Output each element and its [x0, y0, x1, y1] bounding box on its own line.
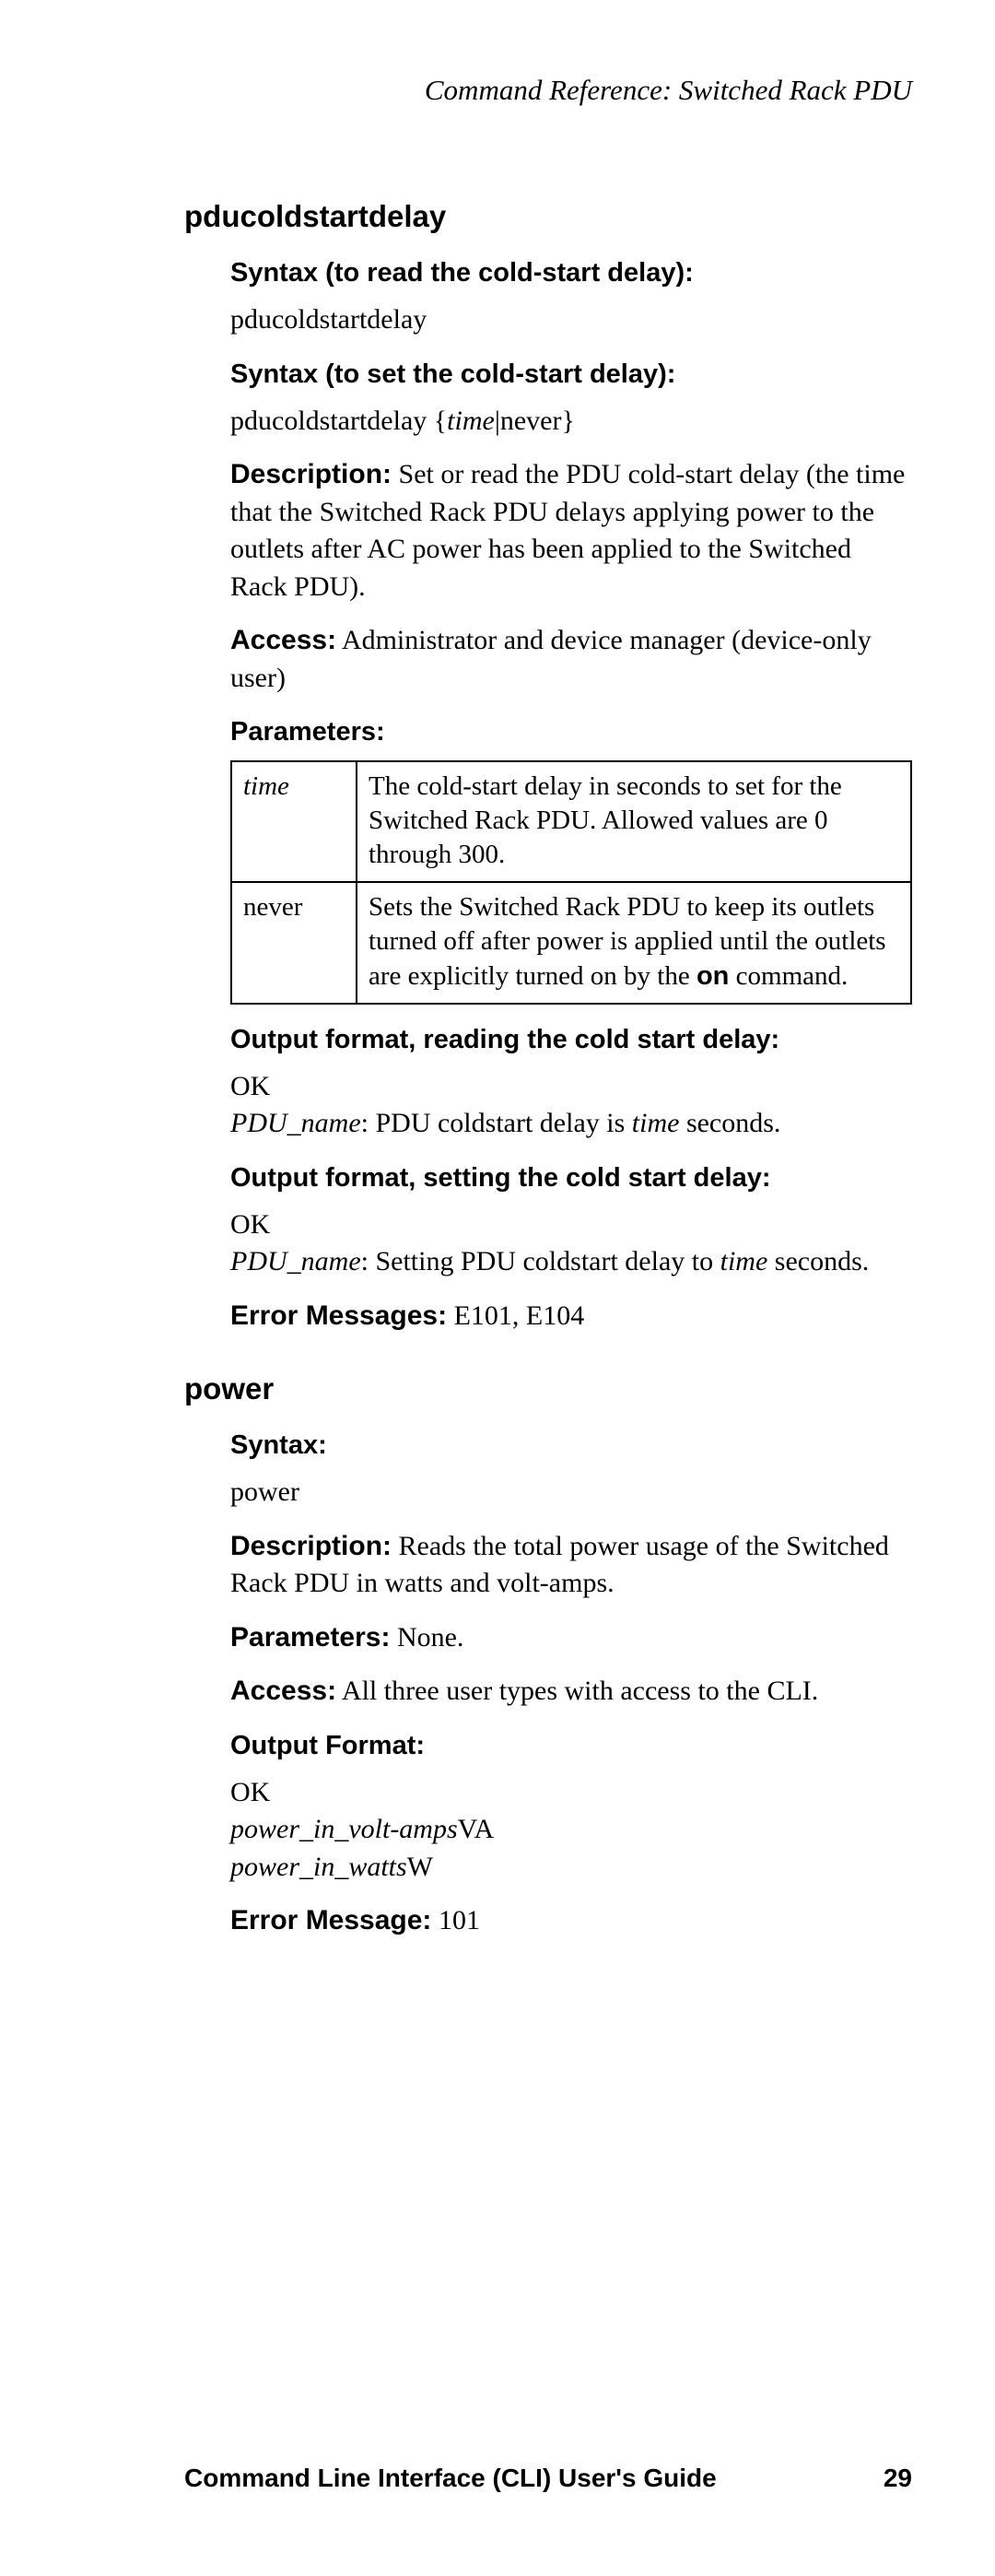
output-ok: OK [230, 1071, 270, 1101]
syntax-set-label: Syntax (to set the cold-start delay): [230, 359, 912, 390]
error-messages-value: E101, E104 [447, 1300, 584, 1331]
syntax-read-value: pducoldstartdelay [230, 301, 912, 339]
output-w-suffix: W [407, 1852, 433, 1882]
command-body: Syntax: power Description: Reads the tot… [230, 1430, 912, 1940]
output-read-end: seconds. [679, 1108, 780, 1138]
table-row: never Sets the Switched Rack PDU to keep… [231, 882, 911, 1003]
syntax-set-suffix: |never} [495, 406, 575, 436]
error-message-value: 101 [431, 1905, 480, 1935]
error-messages-para: Error Messages: E101, E104 [230, 1298, 912, 1335]
syntax-set-value: pducoldstartdelay {time|never} [230, 403, 912, 441]
syntax-read-label: Syntax (to read the cold-start delay): [230, 258, 912, 288]
output-set-block: OK PDU_name: Setting PDU coldstart delay… [230, 1206, 912, 1281]
output-set-time: time [720, 1246, 768, 1276]
error-message-para: Error Message: 101 [230, 1902, 912, 1940]
output-format-block: OK power_in_volt-ampsVA power_in_wattsW [230, 1774, 912, 1887]
parameters-label: Parameters: [230, 1622, 390, 1653]
output-ok: OK [230, 1209, 270, 1240]
output-read-block: OK PDU_name: PDU coldstart delay is time… [230, 1068, 912, 1143]
output-read-label: Output format, reading the cold start de… [230, 1025, 912, 1055]
output-set-end: seconds. [767, 1246, 869, 1276]
footer-title: Command Line Interface (CLI) User's Guid… [184, 2464, 717, 2493]
parameters-label: Parameters: [230, 717, 912, 747]
param-key-never: never [231, 882, 357, 1003]
page-footer: Command Line Interface (CLI) User's Guid… [184, 2464, 912, 2493]
on-command-ref: on [696, 961, 729, 991]
error-message-label: Error Message: [230, 1905, 431, 1935]
access-para: Access: Administrator and device manager… [230, 622, 912, 697]
command-heading-power: power [184, 1371, 912, 1406]
command-body: Syntax (to read the cold-start delay): p… [230, 258, 912, 1335]
output-set-label: Output format, setting the cold start de… [230, 1163, 912, 1194]
command-heading-pducoldstartdelay: pducoldstartdelay [184, 199, 912, 234]
output-read-time: time [632, 1108, 680, 1138]
syntax-set-prefix: pducoldstartdelay { [230, 406, 447, 436]
access-label: Access: [230, 625, 336, 655]
param-desc-time: The cold-start delay in seconds to set f… [357, 761, 911, 882]
syntax-set-time: time [447, 406, 495, 436]
syntax-label: Syntax: [230, 1430, 912, 1461]
description-label: Description: [230, 1531, 392, 1561]
output-w-var: power_in_watts [230, 1852, 407, 1882]
description-para: Description: Reads the total power usage… [230, 1528, 912, 1603]
parameters-table: time The cold-start delay in seconds to … [230, 760, 912, 1005]
running-header: Command Reference: Switched Rack PDU [184, 74, 912, 107]
output-set-mid: : Setting PDU coldstart delay to [361, 1246, 720, 1276]
error-messages-label: Error Messages: [230, 1300, 447, 1331]
parameters-para: Parameters: None. [230, 1619, 912, 1657]
parameters-value: None. [390, 1622, 463, 1653]
access-label: Access: [230, 1676, 336, 1706]
param-key-time: time [231, 761, 357, 882]
description-para: Description: Set or read the PDU cold-st… [230, 456, 912, 606]
output-va-suffix: VA [458, 1814, 494, 1844]
access-text: All three user types with access to the … [336, 1676, 818, 1706]
description-label: Description: [230, 459, 392, 489]
access-para: Access: All three user types with access… [230, 1673, 912, 1711]
syntax-value: power [230, 1474, 912, 1511]
table-row: time The cold-start delay in seconds to … [231, 761, 911, 882]
output-pduname: PDU_name [230, 1108, 361, 1138]
param-desc-never: Sets the Switched Rack PDU to keep its o… [357, 882, 911, 1003]
output-ok: OK [230, 1777, 270, 1807]
output-format-label: Output Format: [230, 1731, 912, 1761]
output-read-mid: : PDU coldstart delay is [361, 1108, 632, 1138]
output-va-var: power_in_volt-amps [230, 1814, 458, 1844]
output-pduname: PDU_name [230, 1246, 361, 1276]
document-page: Command Reference: Switched Rack PDU pdu… [0, 0, 995, 2576]
param-desc-never-b: command. [729, 961, 848, 991]
page-number: 29 [884, 2464, 912, 2493]
